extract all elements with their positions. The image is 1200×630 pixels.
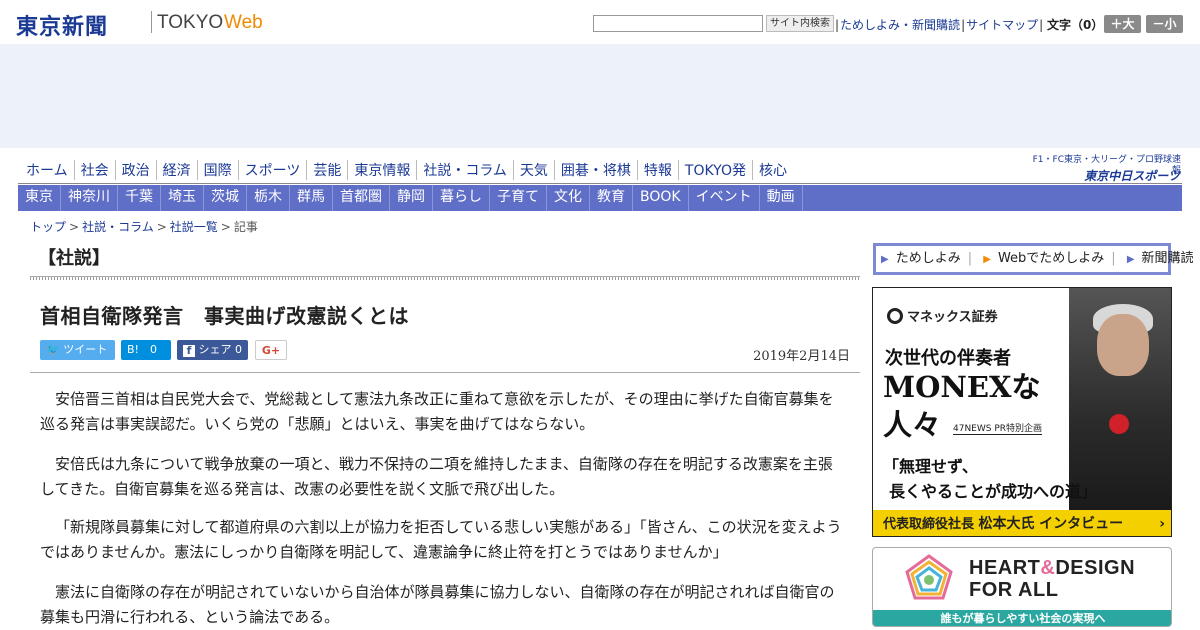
site-logo[interactable]: 東京新聞 [16,9,108,41]
breadcrumb-separator: > [69,220,80,234]
breadcrumb-link[interactable]: トップ [30,220,66,234]
trial-read-link[interactable]: ためしよみ [896,251,961,266]
nav-sub-item[interactable]: 千葉 [118,185,161,211]
nav-main-item[interactable]: 社説・コラム [416,160,513,180]
nav-main-item[interactable]: 国際 [196,160,238,180]
font-size-label: 文字（0） [1047,18,1104,32]
section-divider [30,276,860,280]
main-navigation: ホーム 社会 政治 経済 国際 スポーツ 芸能 東京情報 社説・コラム 天気 囲碁・将棋 特報 TOKY… [22,160,793,182]
web-trial-read-link[interactable]: Webでためしよみ [998,251,1104,266]
nav-main-item[interactable]: 天気 [512,160,554,180]
site-search-button[interactable]: サイト内検索 [766,15,834,32]
nav-divider [18,183,1182,184]
ad-cta-bar[interactable]: 代表取締役社長 松本大氏 インタビュー › [873,510,1171,536]
logo-tokyo-text[interactable]: TOKYO [157,12,223,34]
nav-main-item[interactable]: TOKYO発 [677,160,752,180]
nav-main-item[interactable]: ホーム [22,160,74,180]
nav-sub-item[interactable]: 首都圏 [333,185,390,211]
site-search-input[interactable] [593,15,763,32]
breadcrumb-current: 記事 [233,220,258,234]
nav-main-item[interactable]: 核心 [751,160,793,180]
font-smaller-button[interactable]: －小 [1146,15,1183,33]
nav-sub-item[interactable]: 静岡 [390,185,433,211]
nav-sub-item[interactable]: BOOK [633,185,689,211]
nav-main-item[interactable]: スポーツ [237,160,307,180]
subscribe-link[interactable]: 新聞購読 [1142,251,1194,266]
article-paragraph: 安倍氏は九条について戦争放棄の一項と、戦力不保持の二項を維持したまま、自衛隊の存… [40,455,833,498]
nav-sub-item[interactable]: イベント [689,185,760,211]
boutonniere-icon [1109,414,1129,434]
facebook-share-button[interactable]: f シェア 0 [177,340,248,360]
breadcrumb-link[interactable]: 社説・コラム [82,220,154,234]
ad-quote: 「無理せず、 長くやることが成功への道」 [883,457,1098,501]
ad-news-tag: 47NEWS PR特別企画 [953,421,1043,435]
monex-mark-icon [887,308,903,324]
chevron-right-icon: › [1159,516,1165,532]
tweet-label: ツイート [63,343,108,356]
tweet-button[interactable]: 🐦 ツイート [40,340,115,360]
trial-subscribe-link[interactable]: ためしよみ・新聞購読 [840,18,960,32]
monex-ad[interactable]: マネックス証券 次世代の伴奏者 MONEXな 人々 47NEWS PR特別企画 … [872,287,1172,537]
nav-main-item[interactable]: 経済 [155,160,197,180]
monex-logo: マネックス証券 [887,306,998,325]
breadcrumb-link[interactable]: 社説一覧 [170,220,218,234]
arrow-icon: ▶ [1126,254,1135,265]
nav-sub-item[interactable]: 教育 [590,185,633,211]
google-plus-button[interactable]: G+ [255,340,287,360]
heart-design-ad[interactable]: HEART&DESIGN FOR ALL 誰もが暮らしやすい社会の実現へ [872,547,1172,627]
section-tag: 【社説】 [38,248,110,269]
nav-sub-item[interactable]: 神奈川 [61,185,118,211]
nav-sub-item[interactable]: 子育て [490,185,547,211]
twitter-bird-icon: 🐦 [46,343,60,356]
nav-sub-item[interactable]: 文化 [547,185,590,211]
arrow-icon: ▶ [881,254,889,265]
header-links: |ためしよみ・新聞購読|サイトマップ| [835,18,1044,32]
article-divider [30,372,860,373]
nav-sub-item[interactable]: 栃木 [247,185,290,211]
nav-sub-item[interactable]: 暮らし [433,185,490,211]
top-bar: 東京新聞 TOKYO Web サイト内検索 |ためしよみ・新聞購読|サイトマップ… [0,0,1200,44]
sitemap-link[interactable]: サイトマップ [966,18,1038,32]
logo-divider [151,11,152,33]
nav-main-item[interactable]: 特報 [636,160,678,180]
breadcrumb-separator: > [220,220,231,234]
nav-main-item[interactable]: 社会 [73,160,115,180]
hatena-bookmark-button[interactable]: B! 0 [121,340,171,360]
article-paragraph: 安倍晋三首相は自民党大会で、党総裁として憲法九条改正に重ねて意欲を示したが、その… [40,390,834,433]
article-date: 2019年2月14日 [753,349,850,364]
banner-ad-area [0,44,1200,148]
article-paragraph: 憲法に自衛隊の存在が明記されていないから自治体が隊員募集に協力しない、自衛隊の存… [40,583,835,626]
nav-sub-item[interactable]: 東京 [18,185,61,211]
nav-main-item[interactable]: 芸能 [306,160,347,180]
nav-sub-item[interactable]: 群馬 [290,185,333,211]
article-title: 首相自衛隊発言 事実曲げ改憲説くとは [40,304,409,328]
article-paragraph: 「新規隊員募集に対して都道府県の六割以上が協力を拒否している悲しい実態がある」「… [40,518,842,561]
font-larger-button[interactable]: ＋大 [1104,15,1141,33]
nav-main-item[interactable]: 東京情報 [347,160,416,180]
chunichi-sports-logo[interactable]: 東京中日スポーツ [1052,167,1180,183]
ad-subtitle: 次世代の伴奏者 [885,348,1011,369]
breadcrumb: トップ > 社説・コラム > 社説一覧 > 記事 [30,218,258,235]
facebook-icon: f [183,345,195,357]
subscription-links: ▶ ためしよみ | ▶ Webでためしよみ | ▶ 新聞購読 [873,243,1194,275]
regional-navigation: 東京 神奈川 千葉 埼玉 茨城 栃木 群馬 首都圏 静岡 暮らし 子育て 文化 教育 BOOK イベント 動画 [18,185,1182,211]
colorful-pentagon-icon [905,554,953,600]
arrow-icon: ▶ [983,254,991,265]
facebook-share-label: シェア 0 [198,343,243,356]
nav-sub-item[interactable]: 埼玉 [161,185,204,211]
nav-main-item[interactable]: 囲碁・将棋 [553,160,637,180]
nav-main-item[interactable]: 政治 [114,160,156,180]
heart-design-title: HEART&DESIGN FOR ALL [969,557,1136,601]
heart-design-tagline: 誰もが暮らしやすい社会の実現へ [873,610,1171,626]
nav-sub-item[interactable]: 動画 [760,185,803,211]
logo-web-text[interactable]: Web [224,12,263,34]
nav-sub-item[interactable]: 茨城 [204,185,247,211]
breadcrumb-separator: > [156,220,167,234]
